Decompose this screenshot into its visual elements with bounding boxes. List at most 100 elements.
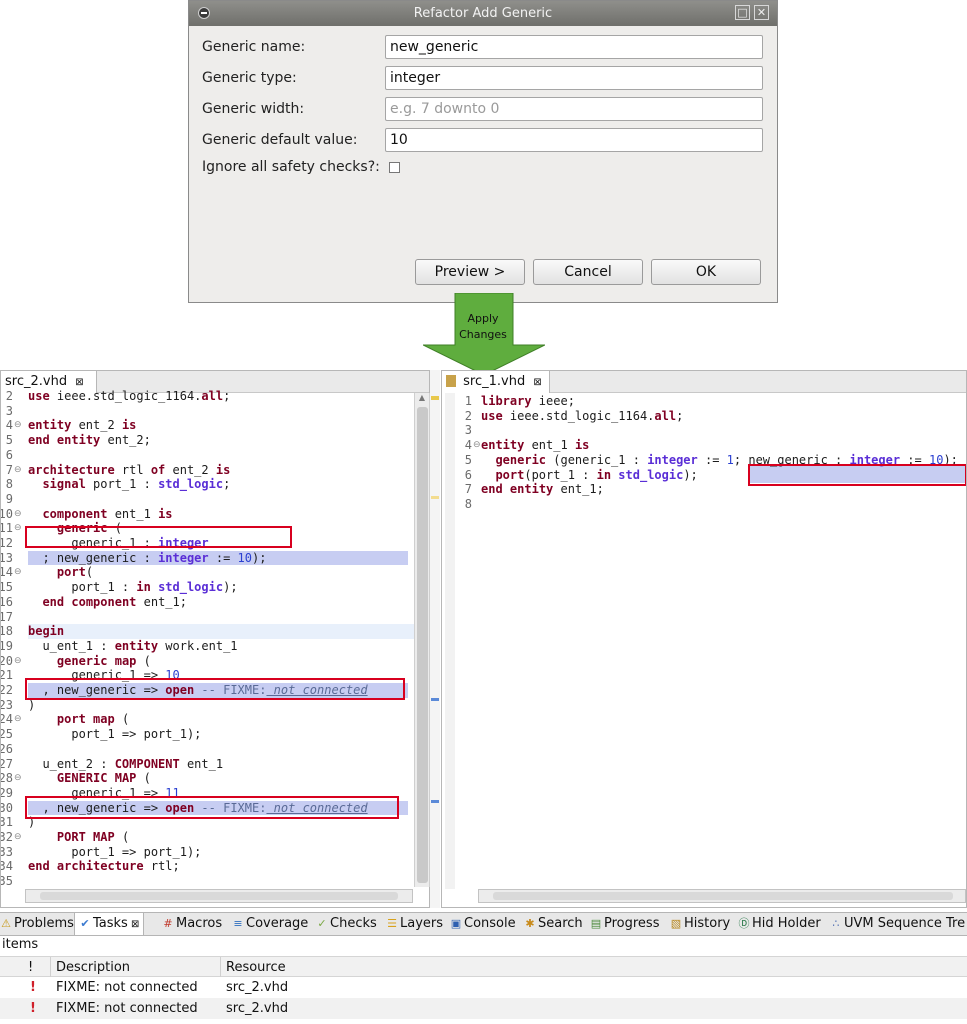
cancel-button[interactable]: Cancel xyxy=(533,259,643,285)
code-line: port( xyxy=(56,565,94,580)
change-callout-box xyxy=(25,678,405,700)
code-line: port(port_1 : in std_logic); xyxy=(495,467,698,482)
generic-width-input[interactable]: e.g. 7 downto 0 xyxy=(385,97,763,121)
maximize-icon[interactable]: □ xyxy=(735,5,750,20)
tab-src2-label: src_2.vhd xyxy=(5,374,68,389)
line-number: 29 xyxy=(1,785,13,800)
code-line: port_1 => port_1); xyxy=(28,844,202,859)
close-tab-icon[interactable]: ⊠ xyxy=(75,377,83,388)
vertical-scrollbar[interactable]: ▲ xyxy=(414,393,430,887)
line-number: 7 xyxy=(5,462,13,477)
code-line: end component ent_1; xyxy=(42,594,187,609)
fold-toggle-icon[interactable]: ⊖ xyxy=(14,567,22,577)
col-priority[interactable]: ! xyxy=(28,957,33,978)
tab-label: Tasks xyxy=(93,916,128,931)
code-area[interactable]: 2 use ieee.std_logic_1164.all; 3 4 ⊖ entity e… xyxy=(1,389,414,889)
line-number: 6 xyxy=(5,447,13,462)
tab-uvm-sequence-tre[interactable]: ∴ UVM Sequence Tre xyxy=(830,913,966,935)
line-number: 24 xyxy=(1,712,13,727)
editor-ruler xyxy=(445,393,455,889)
horizontal-scrollbar[interactable] xyxy=(25,889,413,903)
fold-toggle-icon[interactable]: ⊖ xyxy=(14,420,22,430)
overview-ruler xyxy=(430,370,440,908)
tab-label: Problems xyxy=(14,916,74,931)
generic-default-label: Generic default value: xyxy=(202,132,358,148)
line-number: 17 xyxy=(1,609,13,624)
line-number: 9 xyxy=(5,491,13,506)
close-tab-icon[interactable]: ⊠ xyxy=(533,377,541,388)
tab-label: Macros xyxy=(176,916,223,931)
fold-toggle-icon[interactable]: ⊖ xyxy=(14,832,22,842)
line-number: 25 xyxy=(1,727,13,742)
line-number: 1 xyxy=(464,394,472,408)
line-number: 8 xyxy=(464,496,472,511)
tab-label: History xyxy=(684,916,731,931)
fold-toggle-icon[interactable]: ⊖ xyxy=(14,656,22,666)
code-area-right[interactable]: 1 library ieee; 2 use ieee.std_logic_1164.a… xyxy=(456,389,966,889)
line-number: 5 xyxy=(5,433,13,448)
code-line: component ent_1 is xyxy=(42,506,173,521)
ok-button[interactable]: OK xyxy=(651,259,761,285)
macros-icon: # xyxy=(163,917,173,930)
line-number: 11 xyxy=(1,521,13,536)
line-number: 3 xyxy=(464,423,472,438)
code-line: architecture rtl of ent_2 is xyxy=(28,462,231,477)
fold-toggle-icon[interactable]: ⊖ xyxy=(14,509,22,519)
fold-toggle-icon[interactable]: ⊖ xyxy=(14,465,22,475)
line-number: 3 xyxy=(5,403,13,418)
apply-label-line1: Apply xyxy=(467,312,499,325)
code-line: end architecture rtl; xyxy=(28,859,180,874)
hid-holder-icon: Ⓓ xyxy=(738,917,750,930)
line-number: 16 xyxy=(1,594,13,609)
code-line: port_1 => port_1); xyxy=(28,727,202,742)
fold-toggle-icon[interactable]: ⊖ xyxy=(473,440,481,450)
tab-layers[interactable]: ☰ Layers xyxy=(386,913,443,935)
task-description: FIXME: not connected xyxy=(56,1001,198,1016)
generic-name-input[interactable]: new_generic xyxy=(385,35,763,59)
editor-src1: src_1.vhd ⊠ 1 library ieee; 2 use ieee.std_… xyxy=(441,370,967,908)
horizontal-scrollbar-right[interactable] xyxy=(478,889,966,903)
code-line: begin xyxy=(28,624,65,639)
close-tab-icon[interactable]: ⊠ xyxy=(128,919,139,930)
code-line: port map ( xyxy=(56,712,130,727)
tab-progress[interactable]: ▤ Progress xyxy=(590,913,660,935)
preview-button[interactable]: Preview > xyxy=(415,259,525,285)
tab-macros[interactable]: # Macros xyxy=(162,913,222,935)
tab-label: Layers xyxy=(400,916,444,931)
console-icon: ▣ xyxy=(450,917,462,930)
tab-label: Checks xyxy=(330,916,377,931)
dialog-titlebar: Refactor Add Generic □ ✕ xyxy=(189,1,777,26)
tab-label: UVM Sequence Tre xyxy=(844,916,966,931)
task-row[interactable]: ! FIXME: not connected src_2.vhd xyxy=(0,998,967,1019)
fold-toggle-icon[interactable]: ⊖ xyxy=(14,773,22,783)
line-number: 8 xyxy=(5,477,13,492)
current-line-highlight xyxy=(28,624,414,639)
app-icon xyxy=(198,7,210,19)
tab-console[interactable]: ▣ Console xyxy=(450,913,516,935)
tab-hid-holder[interactable]: Ⓓ Hid Holder xyxy=(738,913,821,935)
col-resource[interactable]: Resource xyxy=(226,957,286,978)
code-line: generic map ( xyxy=(56,653,151,668)
fold-toggle-icon[interactable]: ⊖ xyxy=(14,523,22,533)
line-number: 22 xyxy=(1,683,13,697)
ignore-checks-checkbox[interactable] xyxy=(389,162,400,173)
close-icon[interactable]: ✕ xyxy=(754,5,769,20)
tab-tasks[interactable]: ✔ Tasks ⊠ xyxy=(74,913,145,935)
tab-label: Console xyxy=(464,916,516,931)
line-number: 2 xyxy=(464,408,472,423)
tab-checks[interactable]: ✓ Checks xyxy=(316,913,377,935)
tab-search[interactable]: ✱ Search xyxy=(524,913,583,935)
tab-history[interactable]: ▧ History xyxy=(670,913,730,935)
progress-icon: ▤ xyxy=(590,917,602,930)
fold-toggle-icon[interactable]: ⊖ xyxy=(14,714,22,724)
tab-coverage[interactable]: ≡ Coverage xyxy=(232,913,308,935)
coverage-icon: ≡ xyxy=(233,917,243,930)
generic-name-label: Generic name: xyxy=(202,39,306,55)
task-row[interactable]: ! FIXME: not connected src_2.vhd xyxy=(0,977,967,998)
col-description[interactable]: Description xyxy=(56,957,130,978)
tab-label: Search xyxy=(538,916,583,931)
generic-default-input[interactable]: 10 xyxy=(385,128,763,152)
vhdl-file-icon xyxy=(446,375,456,387)
generic-type-input[interactable]: integer xyxy=(385,66,763,90)
tab-problems[interactable]: ⚠ Problems xyxy=(0,913,74,935)
